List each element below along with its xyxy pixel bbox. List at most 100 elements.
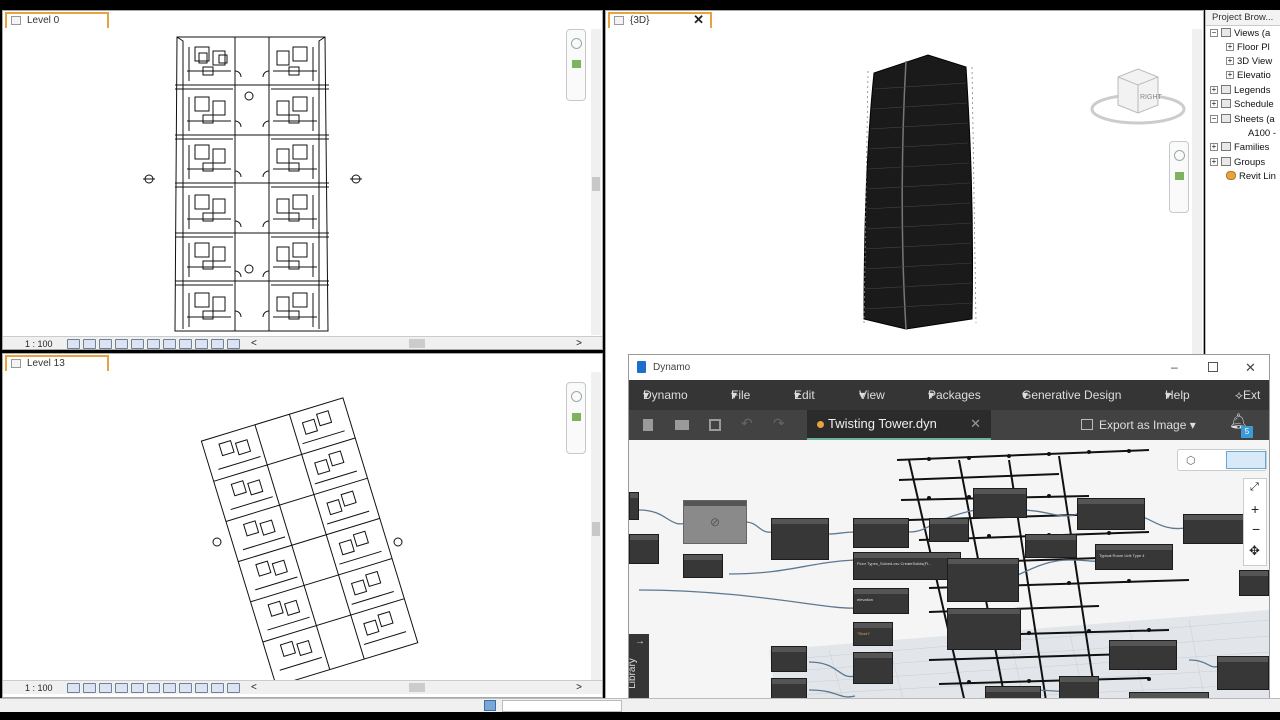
- graph-node[interactable]: [1239, 570, 1269, 596]
- show-crop-icon[interactable]: [147, 339, 160, 349]
- redo-icon[interactable]: ↷: [773, 415, 785, 432]
- library-panel-toggle[interactable]: → Library: [629, 634, 649, 704]
- scroll-left-icon[interactable]: <: [251, 681, 257, 694]
- graph-node[interactable]: [683, 554, 723, 578]
- menu-dynamo[interactable]: Dynamo ▾: [643, 380, 688, 410]
- minimize-button[interactable]: –: [1171, 355, 1178, 380]
- graph-node[interactable]: [1025, 534, 1077, 558]
- zoom-icon[interactable]: [572, 413, 581, 421]
- crop-view-icon[interactable]: [131, 683, 144, 693]
- undo-icon[interactable]: ↶: [741, 415, 753, 432]
- sun-path-icon[interactable]: [99, 339, 112, 349]
- graph-node-frozen[interactable]: ⊘: [683, 500, 747, 544]
- geometry-view-icon[interactable]: ⬡: [1186, 454, 1196, 467]
- view-control-tools[interactable]: [67, 683, 240, 693]
- tree-item-revit-links[interactable]: Revit Lin: [1226, 171, 1276, 183]
- expand-icon[interactable]: +: [1226, 43, 1234, 51]
- close-tab-icon[interactable]: ✕: [970, 410, 981, 438]
- twisting-tower-model[interactable]: RIGHT: [606, 11, 1196, 341]
- graph-node-csv[interactable]: Floor Types_Solved.csv CreateSolids(Fl..…: [853, 552, 961, 580]
- highlight-displacement-icon[interactable]: [211, 339, 224, 349]
- window-close-button[interactable]: ✕: [1245, 355, 1256, 380]
- tree-item-families[interactable]: + Families: [1210, 142, 1269, 154]
- scroll-left-icon[interactable]: <: [251, 337, 257, 349]
- expand-icon[interactable]: +: [1210, 86, 1218, 94]
- new-file-icon[interactable]: [643, 419, 653, 431]
- graph-node[interactable]: [771, 646, 807, 672]
- temporary-hide-icon[interactable]: [163, 339, 176, 349]
- maximize-button[interactable]: [1208, 362, 1218, 372]
- menu-file[interactable]: File ▾: [731, 380, 750, 410]
- shadows-icon[interactable]: [115, 339, 128, 349]
- horizontal-scroll-thumb[interactable]: [409, 339, 425, 348]
- graph-node[interactable]: [929, 518, 969, 542]
- graph-node[interactable]: [947, 608, 1021, 650]
- graph-node[interactable]: "Stoch": [853, 622, 893, 646]
- menu-edit[interactable]: Edit ▾: [794, 380, 815, 410]
- constraints-icon[interactable]: [227, 683, 240, 693]
- open-file-icon[interactable]: [675, 420, 689, 430]
- show-crop-icon[interactable]: [147, 683, 160, 693]
- highlight-displacement-icon[interactable]: [211, 683, 224, 693]
- graph-node[interactable]: elevation: [853, 588, 909, 614]
- expand-icon[interactable]: +: [1210, 100, 1218, 108]
- menu-packages[interactable]: Packages ▾: [928, 380, 981, 410]
- tree-item-legends[interactable]: + Legends: [1210, 85, 1270, 97]
- save-icon[interactable]: [709, 419, 721, 431]
- shadows-icon[interactable]: [115, 683, 128, 693]
- 3d-navigation-bar[interactable]: [1169, 141, 1189, 213]
- graph-node[interactable]: [771, 518, 829, 560]
- horizontal-scroll-thumb[interactable]: [409, 683, 425, 692]
- reveal-hidden-icon[interactable]: [179, 339, 192, 349]
- expand-icon[interactable]: +: [1226, 71, 1234, 79]
- tree-item-groups[interactable]: + Groups: [1210, 157, 1265, 169]
- detail-level-icon[interactable]: [67, 339, 80, 349]
- expand-icon[interactable]: +: [1226, 57, 1234, 65]
- graph-node[interactable]: [1077, 498, 1145, 530]
- level0-vertical-scrollbar[interactable]: [591, 29, 601, 335]
- steering-wheel-icon[interactable]: [571, 38, 582, 49]
- level13-vertical-scrollbar[interactable]: [591, 372, 601, 682]
- level13-view[interactable]: Level 13 1 : 100 < >: [2, 353, 603, 698]
- menu-generative-design[interactable]: Generative Design ▾: [1022, 380, 1121, 410]
- steering-wheel-icon[interactable]: [1174, 150, 1185, 161]
- scroll-right-icon[interactable]: >: [576, 337, 582, 349]
- sun-path-icon[interactable]: [99, 683, 112, 693]
- view-cube[interactable]: RIGHT: [1090, 68, 1186, 125]
- zoom-out-icon[interactable]: −: [1252, 521, 1260, 537]
- tree-item-schedules[interactable]: + Schedule: [1210, 99, 1274, 111]
- graph-node[interactable]: [947, 558, 1019, 602]
- tree-item-elevations[interactable]: + Elevatio: [1226, 70, 1271, 82]
- tree-item-floor-plans[interactable]: + Floor Pl: [1226, 42, 1270, 54]
- reveal-hidden-icon[interactable]: [179, 683, 192, 693]
- graph-node[interactable]: [1183, 514, 1251, 544]
- zoom-in-icon[interactable]: +: [1251, 501, 1259, 517]
- worksets-icon[interactable]: [484, 700, 496, 711]
- tree-item-views[interactable]: − Views (a: [1210, 28, 1270, 40]
- navigation-bar[interactable]: [566, 29, 586, 101]
- view-control-tools[interactable]: [67, 339, 240, 349]
- menu-extensions[interactable]: ⟡ Ext: [1235, 380, 1260, 410]
- zoom-icon[interactable]: [572, 60, 581, 68]
- detail-level-icon[interactable]: [67, 683, 80, 693]
- expand-icon[interactable]: +: [1210, 158, 1218, 166]
- steering-wheel-icon[interactable]: [571, 391, 582, 402]
- level0-scale[interactable]: 1 : 100: [25, 338, 53, 349]
- temporary-hide-icon[interactable]: [163, 683, 176, 693]
- graph-node[interactable]: [629, 534, 659, 564]
- dynamo-window[interactable]: Dynamo – ✕ Dynamo ▾ File ▾ Edit ▾ View ▾…: [628, 354, 1270, 720]
- analytical-model-icon[interactable]: [195, 683, 208, 693]
- analytical-model-icon[interactable]: [195, 339, 208, 349]
- graph-node[interactable]: [973, 488, 1027, 518]
- dynamo-graph-canvas[interactable]: ⊘ Floor Types_Solved.csv CreateSolids(Fl…: [629, 440, 1269, 720]
- zoom-fit-icon[interactable]: ⤢: [1250, 481, 1259, 494]
- menu-help[interactable]: Help ▾: [1165, 380, 1190, 410]
- graph-view-icon[interactable]: [1226, 451, 1266, 469]
- file-tab-twisting-tower[interactable]: Twisting Tower.dyn ✕: [807, 410, 991, 440]
- scroll-right-icon[interactable]: >: [576, 681, 582, 694]
- graph-node[interactable]: [853, 518, 909, 548]
- crop-view-icon[interactable]: [131, 339, 144, 349]
- graph-node-unit-type[interactable]: Typical Room Unit Type 4: [1095, 544, 1173, 570]
- graph-node[interactable]: [629, 492, 639, 520]
- zoom-icon[interactable]: [1175, 172, 1184, 180]
